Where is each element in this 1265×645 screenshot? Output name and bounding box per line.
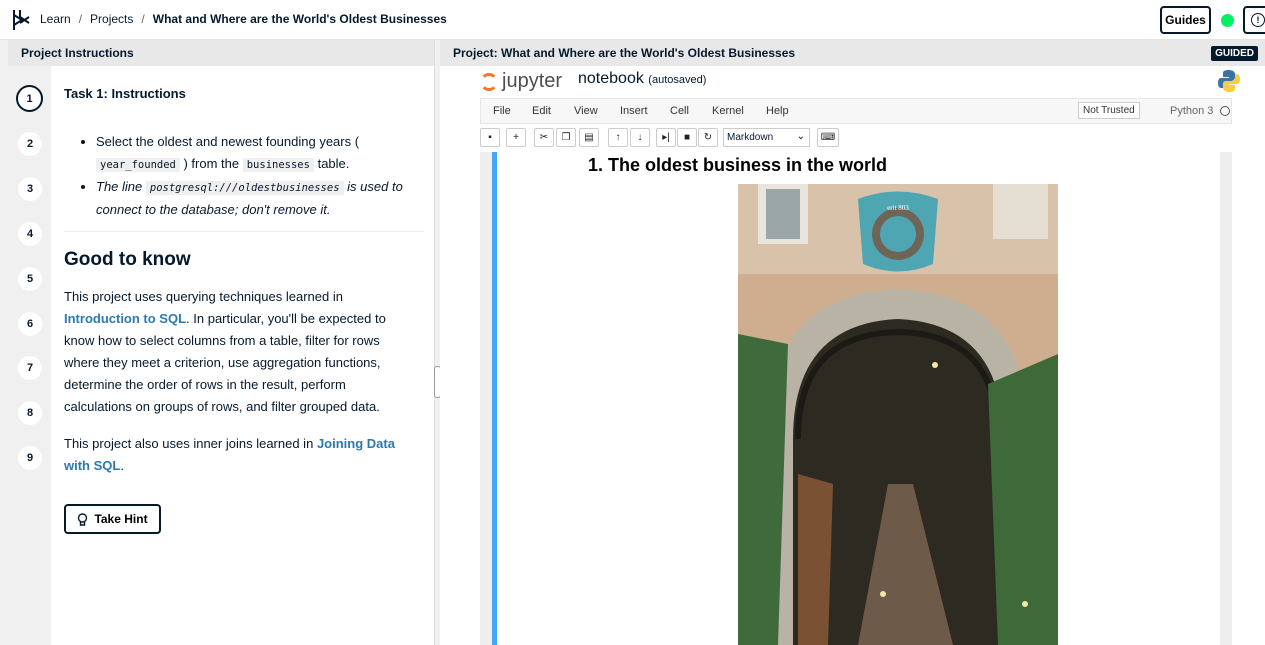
menu-view[interactable]: View <box>574 105 598 117</box>
code-inline: year_founded <box>96 158 180 172</box>
take-hint-button[interactable]: Take Hint <box>64 504 161 534</box>
info-button[interactable]: ! <box>1243 6 1265 34</box>
copy-icon[interactable]: ❐ <box>556 128 576 147</box>
sign-text: erit 803 <box>887 204 909 212</box>
menu-cell[interactable]: Cell <box>670 105 689 117</box>
bullet-item: Select the oldest and newest founding ye… <box>96 131 424 176</box>
task-title: Task 1: Instructions <box>64 86 186 101</box>
step-2[interactable]: 2 <box>18 132 42 156</box>
bullet-text: table. <box>317 156 350 171</box>
guided-badge: GUIDED <box>1211 46 1258 61</box>
info-icon: ! <box>1251 13 1265 27</box>
photo-illustration: erit 803 <box>738 184 1058 645</box>
trust-indicator[interactable]: Not Trusted <box>1078 102 1140 119</box>
notebook-area: 1. The oldest business in the world erit… <box>480 152 1232 645</box>
save-icon[interactable]: ▪ <box>480 128 500 147</box>
stop-icon[interactable]: ■ <box>677 128 697 147</box>
step-1[interactable]: 1 <box>16 85 43 112</box>
link-intro-sql[interactable]: Introduction to SQL <box>64 311 186 326</box>
info-paragraph-2: This project also uses inner joins learn… <box>64 433 414 477</box>
oldest-business-photo: erit 803 <box>738 184 1058 645</box>
run-icon[interactable]: ▸| <box>656 128 676 147</box>
breadcrumb-current: What and Where are the World's Oldest Bu… <box>152 12 447 26</box>
move-down-icon[interactable]: ↓ <box>630 128 650 147</box>
step-6[interactable]: 6 <box>18 312 42 336</box>
step-4[interactable]: 4 <box>18 222 42 246</box>
step-7[interactable]: 7 <box>18 356 42 380</box>
cell-type-select[interactable]: Markdown ⌄ <box>723 128 810 147</box>
datacamp-logo-icon[interactable] <box>12 9 32 31</box>
cell-type-value: Markdown <box>727 132 774 143</box>
notebook-name[interactable]: notebook (autosaved) <box>578 70 706 88</box>
bullet-text: The line <box>96 179 143 194</box>
info-paragraph-1: This project uses querying techniques le… <box>64 286 414 418</box>
cut-icon[interactable]: ✂ <box>534 128 554 147</box>
notebook-panel: Project: What and Where are the World's … <box>440 40 1265 645</box>
project-header: Project: What and Where are the World's … <box>440 40 1265 66</box>
guides-button[interactable]: Guides <box>1160 6 1211 34</box>
keyboard-icon[interactable]: ⌨ <box>817 128 839 147</box>
bullet-item: The line postgresql:///oldestbusinesses … <box>96 176 424 221</box>
breadcrumb-projects[interactable]: Projects <box>90 12 133 26</box>
good-to-know-heading: Good to know <box>64 249 191 270</box>
jupyter-icon <box>480 72 498 91</box>
step-rail: 1 2 3 4 5 6 7 8 9 <box>8 66 51 645</box>
menu-kernel[interactable]: Kernel <box>712 105 744 117</box>
breadcrumb-learn[interactable]: Learn <box>40 12 71 26</box>
breadcrumb-separator: / <box>78 12 83 26</box>
breadcrumb-separator: / <box>141 12 145 26</box>
chevron-down-icon: ⌄ <box>796 131 805 142</box>
move-up-icon[interactable]: ↑ <box>608 128 628 147</box>
menu-file[interactable]: File <box>493 105 511 117</box>
restart-icon[interactable]: ↻ <box>698 128 718 147</box>
task-bullets: Select the oldest and newest founding ye… <box>79 131 424 221</box>
add-cell-icon[interactable]: + <box>506 128 526 147</box>
step-9[interactable]: 9 <box>18 446 42 470</box>
menu-insert[interactable]: Insert <box>620 105 648 117</box>
markdown-cell[interactable]: 1. The oldest business in the world erit… <box>492 152 1220 645</box>
paragraph-text: This project also uses inner joins learn… <box>64 436 314 451</box>
instructions-panel: Project Instructions 1 2 3 4 5 6 7 8 9 T… <box>8 40 435 645</box>
code-inline: postgresql:///oldestbusinesses <box>145 181 344 195</box>
step-5[interactable]: 5 <box>18 267 42 291</box>
lightbulb-icon <box>78 512 88 526</box>
paragraph-text: This project uses querying techniques le… <box>64 289 343 304</box>
kernel-name: Python 3 <box>1170 105 1214 117</box>
menu-help[interactable]: Help <box>766 105 789 117</box>
divider <box>64 231 424 232</box>
step-3[interactable]: 3 <box>18 177 42 201</box>
jupyter-wordmark: jupyter <box>502 70 563 92</box>
python-logo-icon <box>1218 70 1240 92</box>
bullet-text: Select the oldest and newest founding ye… <box>96 134 360 149</box>
paragraph-text: . <box>120 458 124 473</box>
instructions-header: Project Instructions <box>8 40 434 66</box>
paste-icon[interactable]: ▤ <box>579 128 599 147</box>
hint-label: Take Hint <box>94 512 148 526</box>
cell-heading: 1. The oldest business in the world <box>588 155 888 175</box>
menu-edit[interactable]: Edit <box>532 105 551 117</box>
top-bar: Learn / Projects / What and Where are th… <box>0 0 1265 40</box>
code-inline: businesses <box>242 158 314 172</box>
breadcrumb: Learn / Projects / What and Where are th… <box>40 12 447 26</box>
jupyter-logo[interactable]: jupyter <box>480 70 562 93</box>
bullet-text: ) from the <box>183 156 240 171</box>
notebook-title: notebook <box>578 70 644 87</box>
kernel-status-icon <box>1220 106 1230 116</box>
notebook-menubar: File Edit View Insert Cell Kernel Help N… <box>480 98 1232 124</box>
status-indicator <box>1221 14 1234 27</box>
project-title: Project: What and Where are the World's … <box>453 46 796 60</box>
paragraph-text: . In particular, you'll be expected to k… <box>64 311 386 414</box>
notebook-toolbar: ▪ + ✂ ❐ ▤ ↑ ↓ ▸| ■ ↻ Markdown ⌄ ⌨ <box>480 126 1232 150</box>
jupyter-header: jupyter notebook (autosaved) <box>440 66 1265 98</box>
autosave-status: (autosaved) <box>648 74 707 86</box>
step-8[interactable]: 8 <box>18 401 42 425</box>
